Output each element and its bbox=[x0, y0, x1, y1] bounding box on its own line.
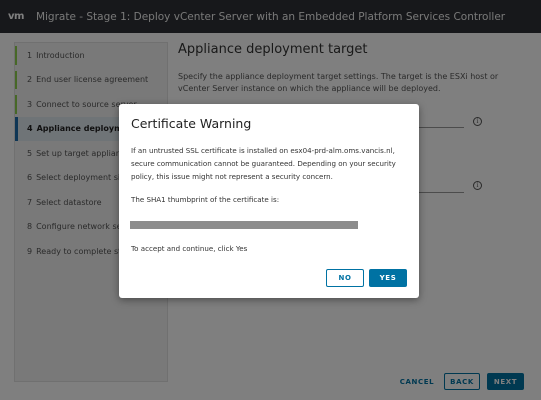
thumbprint-label: The SHA1 thumbprint of the certificate i… bbox=[131, 195, 280, 204]
redacted-thumbprint bbox=[130, 221, 358, 229]
yes-button[interactable]: YES bbox=[369, 269, 407, 287]
dialog-title: Certificate Warning bbox=[131, 116, 252, 131]
no-button[interactable]: NO bbox=[326, 269, 364, 287]
accept-instruction: To accept and continue, click Yes bbox=[131, 244, 248, 253]
dialog-message: If an untrusted SSL certificate is insta… bbox=[131, 146, 396, 181]
certificate-warning-dialog: Certificate Warning If an untrusted SSL … bbox=[119, 104, 419, 298]
